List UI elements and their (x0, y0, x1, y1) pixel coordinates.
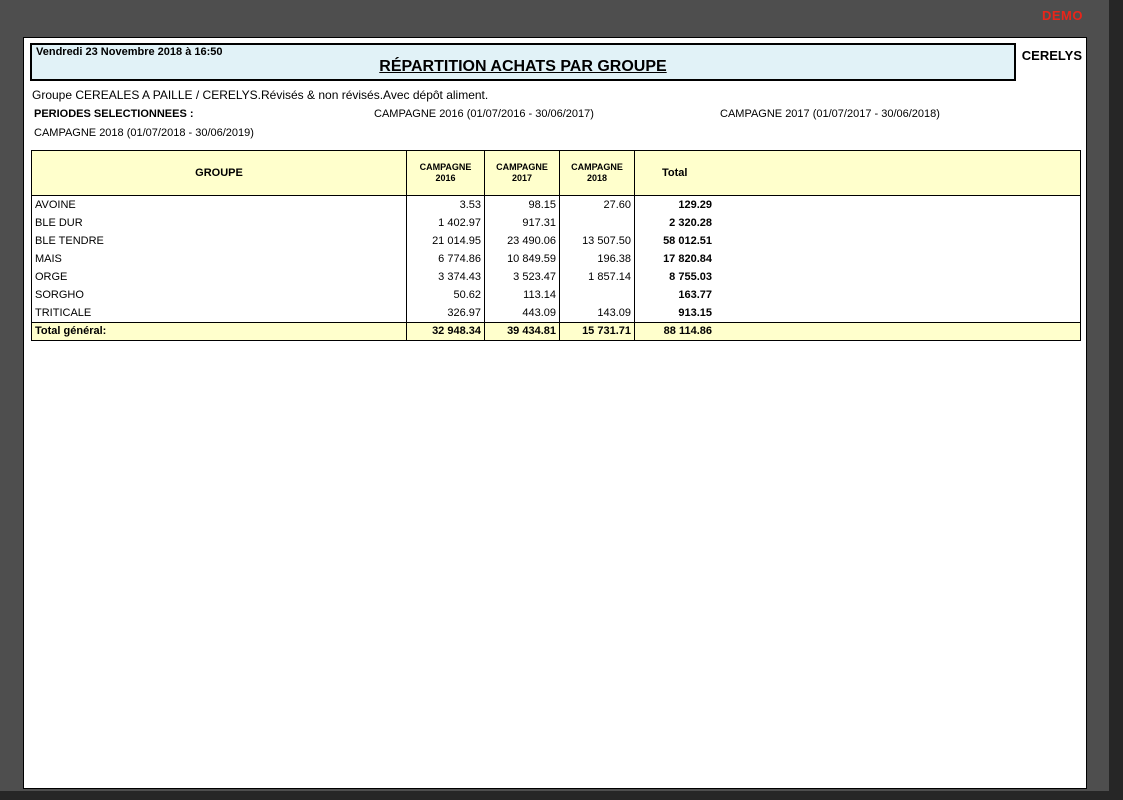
table-row-avoine: AVOINE 3.53 98.15 27.60 129.29 (32, 196, 1080, 214)
row-filler (715, 268, 1080, 286)
table-row-orge: ORGE 3 374.43 3 523.47 1 857.14 8 755.03 (32, 268, 1080, 286)
total-value-2017: 39 434.81 (485, 323, 560, 340)
table-row-mais: MAIS 6 774.86 10 849.59 196.38 17 820.84 (32, 250, 1080, 268)
table-header-row: GROUPE CAMPAGNE 2016 CAMPAGNE 2017 CAMPA… (32, 151, 1080, 196)
row-group-label: MAIS (32, 250, 407, 268)
row-value-2016: 50.62 (407, 286, 485, 304)
period-campagne-2018: CAMPAGNE 2018 (01/07/2018 - 30/06/2019) (34, 127, 1086, 139)
row-filler (715, 323, 1080, 340)
row-value-2016: 21 014.95 (407, 232, 485, 250)
row-value-2016: 1 402.97 (407, 214, 485, 232)
report-header-row: Vendredi 23 Novembre 2018 à 16:50 RÉPART… (24, 38, 1086, 81)
row-value-2018: 143.09 (560, 304, 635, 322)
col-header-total: Total (635, 151, 1080, 195)
brand-label: CERELYS (1016, 43, 1082, 63)
col-header-campagne-2018: CAMPAGNE 2018 (560, 151, 635, 195)
col-header-campagne-2017: CAMPAGNE 2017 (485, 151, 560, 195)
row-value-2018 (560, 214, 635, 232)
row-value-2016: 3.53 (407, 196, 485, 214)
total-value-2018: 15 731.71 (560, 323, 635, 340)
report-table: GROUPE CAMPAGNE 2016 CAMPAGNE 2017 CAMPA… (31, 150, 1081, 341)
col-header-campagne-word: CAMPAGNE (420, 162, 472, 173)
row-filler (715, 250, 1080, 268)
row-value-2016: 3 374.43 (407, 268, 485, 286)
row-value-2017: 3 523.47 (485, 268, 560, 286)
row-value-2017: 10 849.59 (485, 250, 560, 268)
row-value-2016: 326.97 (407, 304, 485, 322)
table-total-row: Total général: 32 948.34 39 434.81 15 73… (32, 322, 1080, 340)
report-header-box: Vendredi 23 Novembre 2018 à 16:50 RÉPART… (30, 43, 1016, 81)
row-value-2018: 196.38 (560, 250, 635, 268)
row-value-total: 8 755.03 (635, 268, 715, 286)
col-header-year-2016: 2016 (435, 173, 455, 184)
col-header-campagne-2016: CAMPAGNE 2016 (407, 151, 485, 195)
col-header-year-2017: 2017 (512, 173, 532, 184)
row-value-2018 (560, 286, 635, 304)
col-header-campagne-word: CAMPAGNE (571, 162, 623, 173)
report-page: Vendredi 23 Novembre 2018 à 16:50 RÉPART… (23, 37, 1087, 789)
row-value-total: 17 820.84 (635, 250, 715, 268)
total-value-total: 88 114.86 (635, 323, 715, 340)
row-value-total: 163.77 (635, 286, 715, 304)
row-group-label: TRITICALE (32, 304, 407, 322)
periods-row: PERIODES SELECTIONNEES : CAMPAGNE 2016 (… (24, 108, 1086, 123)
row-filler (715, 214, 1080, 232)
row-group-label: AVOINE (32, 196, 407, 214)
row-value-2017: 443.09 (485, 304, 560, 322)
row-group-label: SORGHO (32, 286, 407, 304)
window-right-band (1109, 0, 1123, 800)
row-group-label: BLE TENDRE (32, 232, 407, 250)
group-filter-line: Groupe CEREALES A PAILLE / CERELYS.Révis… (32, 88, 1080, 102)
demo-watermark: DEMO (1042, 8, 1083, 23)
row-value-2017: 113.14 (485, 286, 560, 304)
row-value-total: 2 320.28 (635, 214, 715, 232)
table-row-ble-tendre: BLE TENDRE 21 014.95 23 490.06 13 507.50… (32, 232, 1080, 250)
row-value-total: 58 012.51 (635, 232, 715, 250)
window-bottom-band (0, 791, 1123, 800)
col-header-groupe: GROUPE (32, 151, 407, 195)
row-value-2018: 13 507.50 (560, 232, 635, 250)
row-filler (715, 232, 1080, 250)
row-filler (715, 196, 1080, 214)
total-row-label: Total général: (32, 323, 407, 340)
periods-label: PERIODES SELECTIONNEES : (34, 108, 194, 120)
table-row-sorgho: SORGHO 50.62 113.14 163.77 (32, 286, 1080, 304)
row-group-label: BLE DUR (32, 214, 407, 232)
col-header-campagne-word: CAMPAGNE (496, 162, 548, 173)
row-value-2018: 27.60 (560, 196, 635, 214)
row-filler (715, 286, 1080, 304)
total-value-2016: 32 948.34 (407, 323, 485, 340)
row-value-2017: 917.31 (485, 214, 560, 232)
row-filler (715, 304, 1080, 322)
row-group-label: ORGE (32, 268, 407, 286)
row-value-2016: 6 774.86 (407, 250, 485, 268)
row-value-2018: 1 857.14 (560, 268, 635, 286)
row-value-total: 129.29 (635, 196, 715, 214)
table-row-ble-dur: BLE DUR 1 402.97 917.31 2 320.28 (32, 214, 1080, 232)
row-value-total: 913.15 (635, 304, 715, 322)
row-value-2017: 23 490.06 (485, 232, 560, 250)
period-campagne-2016: CAMPAGNE 2016 (01/07/2016 - 30/06/2017) (374, 108, 594, 120)
period-campagne-2017: CAMPAGNE 2017 (01/07/2017 - 30/06/2018) (720, 108, 940, 120)
report-datetime: Vendredi 23 Novembre 2018 à 16:50 (36, 46, 1010, 58)
row-value-2017: 98.15 (485, 196, 560, 214)
report-title: RÉPARTITION ACHATS PAR GROUPE (36, 58, 1010, 76)
table-row-triticale: TRITICALE 326.97 443.09 143.09 913.15 (32, 304, 1080, 322)
col-header-year-2018: 2018 (587, 173, 607, 184)
